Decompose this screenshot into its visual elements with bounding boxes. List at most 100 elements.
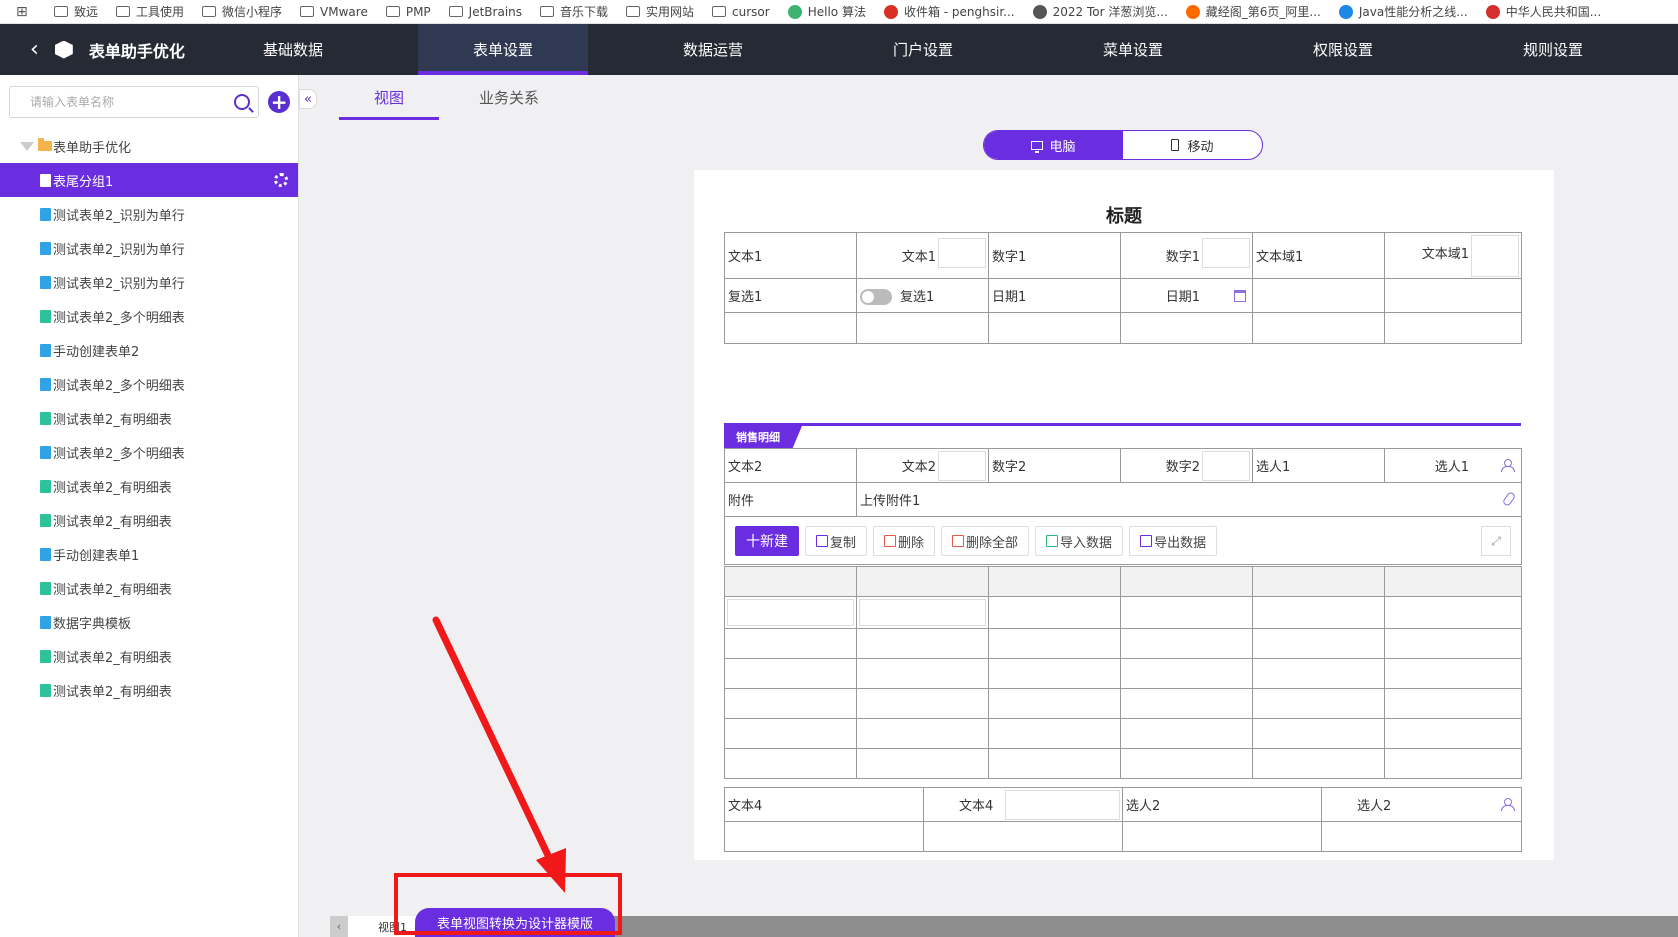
nav-tab[interactable]: 表单设置 xyxy=(418,24,588,75)
subtable-cell[interactable] xyxy=(1120,688,1253,719)
field-control[interactable]: 文本2 xyxy=(856,448,989,483)
nav-tab[interactable]: 门户设置 xyxy=(838,24,1008,75)
tree-item[interactable]: 测试表单2_有明细表 xyxy=(0,469,298,503)
field-control[interactable]: 日期1 xyxy=(1120,278,1253,313)
section-tag[interactable]: 销售明细 xyxy=(724,426,802,448)
field-control[interactable]: 选人1 xyxy=(1384,448,1522,483)
field-label[interactable]: 选人1 xyxy=(1252,448,1385,483)
subtable-cell[interactable] xyxy=(856,658,989,689)
subtable-cell[interactable] xyxy=(724,718,857,749)
subtable-cell[interactable] xyxy=(988,718,1121,749)
field-label[interactable]: 文本1 xyxy=(724,232,857,279)
field-label[interactable]: 复选1 xyxy=(724,278,857,313)
tree-root[interactable]: 表单助手优化 xyxy=(0,129,298,163)
tree-item[interactable]: 测试表单2_有明细表 xyxy=(0,673,298,707)
subtable-header-cell[interactable] xyxy=(988,566,1121,597)
tab-view[interactable]: 视图 xyxy=(339,75,439,120)
bookmark-item[interactable]: 2022 Tor 洋葱浏览... xyxy=(1032,3,1168,20)
field-label[interactable]: 数字2 xyxy=(988,448,1121,483)
subtable-cell[interactable] xyxy=(988,628,1121,659)
field-control[interactable]: 复选1 xyxy=(856,278,989,313)
empty-cell[interactable] xyxy=(1384,278,1522,313)
number-input[interactable] xyxy=(1202,451,1250,481)
empty-cell[interactable] xyxy=(724,312,857,344)
subtable-cell[interactable] xyxy=(1120,628,1253,659)
subtable-cell[interactable] xyxy=(724,596,857,629)
bookmark-item[interactable]: JetBrains xyxy=(448,5,522,19)
search-input[interactable] xyxy=(30,95,235,109)
subtable-cell[interactable] xyxy=(724,658,857,689)
bookmark-item[interactable]: Hello 算法 xyxy=(787,3,866,20)
empty-cell[interactable] xyxy=(856,312,989,344)
form-title[interactable]: 标题 xyxy=(694,202,1554,228)
empty-cell[interactable] xyxy=(1252,312,1385,344)
empty-cell[interactable] xyxy=(1321,821,1522,852)
field-label[interactable]: 附件 xyxy=(724,482,857,517)
tree-item[interactable]: 测试表单2_有明细表 xyxy=(0,503,298,537)
toggle-switch[interactable] xyxy=(860,289,892,306)
subtable-header-cell[interactable] xyxy=(724,566,857,597)
field-control[interactable]: 数字1 xyxy=(1120,232,1253,279)
field-control[interactable]: 文本1 xyxy=(856,232,989,279)
tree-item[interactable]: 手动创建表单2 xyxy=(0,333,298,367)
empty-cell[interactable] xyxy=(1384,312,1522,344)
subtable-cell[interactable] xyxy=(1252,718,1385,749)
subtable-cell[interactable] xyxy=(1252,748,1385,779)
subtable-input[interactable] xyxy=(727,599,854,626)
field-label[interactable]: 选人2 xyxy=(1122,787,1322,822)
subtable-cell[interactable] xyxy=(1120,596,1253,629)
tree-item[interactable]: 测试表单2_有明细表 xyxy=(0,639,298,673)
empty-cell[interactable] xyxy=(1120,312,1253,344)
bookmark-item[interactable]: cursor xyxy=(712,5,770,19)
tree-item[interactable]: 手动创建表单1 xyxy=(0,537,298,571)
bookmark-item[interactable]: 藏经阁_第6页_阿里... xyxy=(1185,3,1321,20)
subtable-cell[interactable] xyxy=(1384,718,1522,749)
user-picker-icon[interactable] xyxy=(1501,459,1515,472)
mobile-button[interactable]: 移动 xyxy=(1123,131,1262,159)
tree-item[interactable]: 数据字典模板 xyxy=(0,605,298,639)
new-row-button[interactable]: 十新建 xyxy=(735,526,799,556)
subtable-cell[interactable] xyxy=(724,748,857,779)
subtable-input[interactable] xyxy=(859,599,986,626)
subtable-cell[interactable] xyxy=(1252,658,1385,689)
nav-tab[interactable]: 基础数据 xyxy=(208,24,378,75)
empty-cell[interactable] xyxy=(1252,278,1385,313)
attachment-control[interactable]: 上传附件1 xyxy=(856,482,1522,517)
scroll-left-icon[interactable]: ‹ xyxy=(330,916,348,937)
field-control[interactable]: 选人2 xyxy=(1321,787,1522,822)
bookmark-item[interactable]: Java性能分析之线... xyxy=(1338,3,1468,20)
tree-item[interactable]: 测试表单2_有明细表 xyxy=(0,401,298,435)
collapse-sidebar-icon[interactable]: « xyxy=(299,89,317,109)
bookmark-item[interactable]: 实用网站 xyxy=(626,3,694,20)
add-form-button[interactable]: + xyxy=(268,91,290,113)
bookmark-item[interactable]: 收件箱 - penghsir... xyxy=(883,3,1015,20)
empty-cell[interactable] xyxy=(923,821,1123,852)
subtable-cell[interactable] xyxy=(988,748,1121,779)
import-data-button[interactable]: 导入数据 xyxy=(1035,526,1124,556)
delete-row-button[interactable]: 删除 xyxy=(873,526,936,556)
subtable-cell[interactable] xyxy=(1120,658,1253,689)
nav-tab[interactable]: 权限设置 xyxy=(1258,24,1428,75)
subtable-cell[interactable] xyxy=(856,688,989,719)
subtable-cell[interactable] xyxy=(856,748,989,779)
subtable-cell[interactable] xyxy=(1252,688,1385,719)
bookmark-item[interactable]: VMware xyxy=(300,5,368,19)
tab-business-relation[interactable]: 业务关系 xyxy=(459,75,559,120)
calendar-icon[interactable] xyxy=(1234,290,1246,302)
subtable-header-cell[interactable] xyxy=(856,566,989,597)
text-input[interactable] xyxy=(938,238,986,268)
empty-cell[interactable] xyxy=(988,312,1121,344)
bookmark-item[interactable]: 工具使用 xyxy=(116,3,184,20)
subtable-cell[interactable] xyxy=(724,688,857,719)
subtable-cell[interactable] xyxy=(1252,628,1385,659)
nav-tab[interactable]: 数据运营 xyxy=(628,24,798,75)
bookmark-item[interactable]: 微信小程序 xyxy=(202,3,282,20)
subtable-cell[interactable] xyxy=(1384,628,1522,659)
subtable-cell[interactable] xyxy=(1252,596,1385,629)
tree-item[interactable]: 测试表单2_识别为单行 xyxy=(0,231,298,265)
bookmark-item[interactable]: 音乐下载 xyxy=(540,3,608,20)
subtable-cell[interactable] xyxy=(724,628,857,659)
nav-tab[interactable]: 菜单设置 xyxy=(1048,24,1218,75)
paperclip-icon[interactable] xyxy=(1501,490,1517,508)
subtable-cell[interactable] xyxy=(1120,748,1253,779)
